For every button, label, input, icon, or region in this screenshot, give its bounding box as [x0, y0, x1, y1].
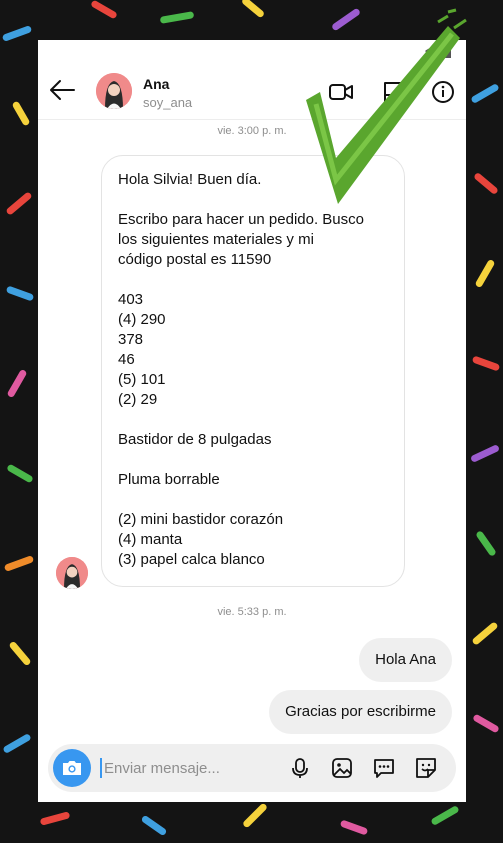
microphone-icon[interactable] [288, 756, 312, 780]
message-line: (4) 290 [118, 311, 166, 328]
message-line: Escribo para hacer un pedido. Busco [118, 211, 364, 228]
message-line: 378 [118, 331, 144, 348]
message-line: (5) 101 [118, 371, 166, 388]
message-line [118, 450, 388, 470]
message-line: (2) mini bastidor corazón [118, 511, 284, 528]
message-line: código postal es 11590 [118, 251, 272, 268]
message-line: (4) manta [118, 531, 183, 548]
message-line [118, 270, 388, 290]
message-line: (3) papel calca blanco [118, 551, 265, 568]
camera-icon [63, 761, 81, 775]
message-input[interactable] [104, 756, 274, 780]
sender-avatar[interactable] [56, 557, 88, 589]
text-cursor [100, 758, 102, 778]
checkmark-icon [306, 8, 467, 204]
gallery-icon[interactable] [330, 756, 354, 780]
contact-avatar[interactable] [96, 73, 132, 109]
message-line: los siguientes materiales y mi [118, 231, 314, 248]
message-line: 46 [118, 351, 135, 368]
camera-button[interactable] [53, 749, 91, 787]
message-line: (2) 29 [118, 391, 158, 408]
chat-icon[interactable] [372, 756, 396, 780]
sticker-icon[interactable] [414, 756, 438, 780]
back-arrow-icon[interactable] [48, 78, 76, 102]
message-line: 403 [118, 291, 144, 308]
message-line [118, 410, 388, 430]
outgoing-message-bubble[interactable]: Hola Ana [359, 638, 452, 682]
outgoing-message-bubble[interactable]: Gracias por escribirme [269, 690, 452, 734]
incoming-message-bubble[interactable]: Hola Silvia! Buen día. Escribo para hace… [101, 155, 405, 587]
message-line: Pluma borrable [118, 471, 220, 488]
contact-handle: soy_ana [143, 95, 193, 110]
timestamp: vie. 5:33 p. m. [217, 606, 287, 618]
message-composer [48, 744, 456, 792]
contact-name[interactable]: Ana [143, 76, 169, 92]
message-line: Bastidor de 8 pulgadas [118, 431, 272, 448]
message-line [118, 490, 388, 510]
